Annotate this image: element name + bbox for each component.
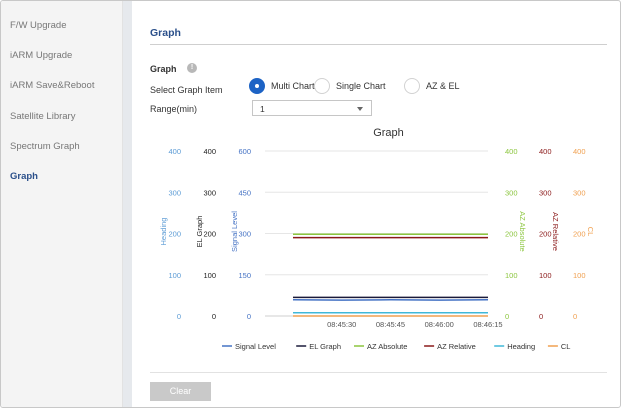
axis-tick-label-cl: 100 — [573, 271, 586, 280]
axis-tick-label-el: 0 — [212, 312, 216, 321]
radio-label: Multi Chart — [271, 81, 315, 91]
info-icon[interactable]: ! — [187, 63, 197, 73]
sidebar-item-iarm-save-reboot[interactable]: iARM Save&Reboot — [10, 80, 94, 91]
section-label: Graph — [150, 64, 177, 74]
axis-tick-label-cl: 200 — [573, 230, 586, 239]
axis-label-signal: Signal Level — [230, 211, 239, 252]
sidebar-item-graph[interactable]: Graph — [10, 171, 38, 182]
x-tick-label: 08:45:30 — [327, 320, 356, 329]
radio-checked-icon — [249, 78, 265, 94]
axis-tick-label-cl: 300 — [573, 188, 586, 197]
legend-item: CL — [561, 342, 571, 351]
legend-item: Heading — [507, 342, 535, 351]
axis-label-heading: Heading — [159, 218, 168, 246]
axis-tick-label-signal: 450 — [238, 188, 251, 197]
sidebar-item-fw-upgrade[interactable]: F/W Upgrade — [10, 20, 67, 31]
range-select[interactable]: 1 — [252, 100, 372, 116]
sidebar: F/W Upgrade iARM Upgrade iARM Save&Reboo… — [1, 1, 123, 407]
main-content: Graph Graph ! Select Graph Item Multi Ch… — [132, 1, 620, 407]
axis-tick-label-heading: 400 — [168, 147, 181, 156]
legend-item: AZ Absolute — [367, 342, 407, 351]
axis-tick-label-signal: 600 — [238, 147, 251, 156]
axis-tick-label-signal: 0 — [247, 312, 251, 321]
x-tick-label: 08:45:45 — [376, 320, 405, 329]
axis-tick-label-heading: 300 — [168, 188, 181, 197]
radio-az-el[interactable]: AZ & EL — [404, 77, 460, 95]
axis-tick-label-heading: 0 — [177, 312, 181, 321]
axis-tick-label-signal: 300 — [238, 230, 251, 239]
radio-label: Single Chart — [336, 81, 386, 91]
axis-label-el: EL Graph — [195, 216, 204, 248]
axis-tick-label-azabs: 400 — [505, 147, 518, 156]
axis-tick-label-heading: 100 — [168, 271, 181, 280]
axis-tick-label-azabs: 100 — [505, 271, 518, 280]
axis-tick-label-azabs: 200 — [505, 230, 518, 239]
footer-divider — [150, 372, 607, 373]
x-tick-label: 08:46:00 — [425, 320, 454, 329]
panel-divider — [123, 1, 132, 407]
axis-tick-label-azrel: 100 — [539, 271, 552, 280]
axis-tick-label-el: 200 — [203, 230, 216, 239]
clear-button[interactable]: Clear — [150, 382, 211, 401]
axis-tick-label-azrel: 0 — [539, 312, 543, 321]
title-divider — [150, 44, 607, 45]
sidebar-item-spectrum-graph[interactable]: Spectrum Graph — [10, 141, 80, 152]
axis-label-cl: CL — [586, 227, 595, 237]
axis-tick-label-cl: 400 — [573, 147, 586, 156]
axis-tick-label-azrel: 400 — [539, 147, 552, 156]
legend-item: EL Graph — [309, 342, 341, 351]
axis-tick-label-azabs: 0 — [505, 312, 509, 321]
axis-tick-label-signal: 150 — [238, 271, 251, 280]
axis-tick-label-heading: 200 — [168, 230, 181, 239]
sidebar-item-satellite-library[interactable]: Satellite Library — [10, 111, 75, 122]
chart-title: Graph — [373, 127, 404, 139]
axis-tick-label-azrel: 200 — [539, 230, 552, 239]
radio-unchecked-icon — [404, 78, 420, 94]
app-window: F/W Upgrade iARM Upgrade iARM Save&Reboo… — [0, 0, 621, 408]
axis-label-azrel: AZ Relative — [551, 212, 560, 251]
axis-tick-label-cl: 0 — [573, 312, 577, 321]
multi-chart: Graph 0 100 200 300 400 Heading 0 100 200 300 400 EL… — [159, 127, 595, 351]
radio-single-chart[interactable]: Single Chart — [314, 77, 386, 95]
axis-tick-label-el: 100 — [203, 271, 216, 280]
radio-label: AZ & EL — [426, 81, 460, 91]
axis-tick-label-el: 300 — [203, 188, 216, 197]
select-graph-item-label: Select Graph Item — [150, 85, 223, 95]
axis-label-azabs: AZ Absolute — [518, 211, 527, 251]
range-label: Range(min) — [150, 104, 198, 114]
axis-tick-label-azrel: 300 — [539, 188, 552, 197]
axis-tick-label-azabs: 300 — [505, 188, 518, 197]
axis-tick-label-el: 400 — [203, 147, 216, 156]
radio-multi-chart[interactable]: Multi Chart — [249, 77, 315, 95]
radio-unchecked-icon — [314, 78, 330, 94]
legend-item: Signal Level — [235, 342, 276, 351]
x-tick-label: 08:46:15 — [473, 320, 502, 329]
range-select-value: 1 — [260, 104, 265, 114]
legend-item: AZ Relative — [437, 342, 476, 351]
sidebar-item-iarm-upgrade[interactable]: iARM Upgrade — [10, 50, 72, 61]
page-title: Graph — [150, 27, 181, 39]
chevron-down-icon — [357, 107, 363, 111]
